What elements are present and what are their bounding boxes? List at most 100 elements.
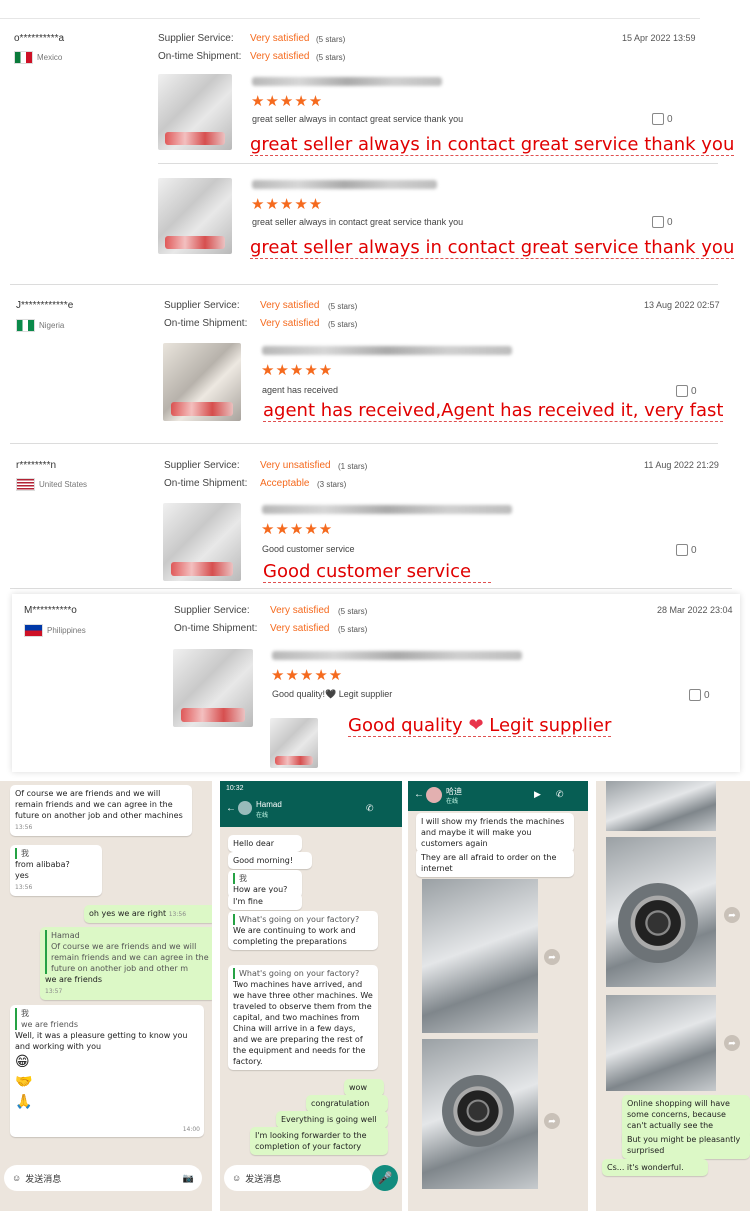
machine-photo[interactable] — [606, 781, 716, 831]
like-count: 0 — [704, 689, 710, 701]
chat-screenshot-3: ← 哈迪 在线 ▶ ✆ I will show my friends the m… — [408, 781, 588, 1211]
product-thumbnail[interactable] — [163, 343, 241, 421]
input-placeholder: 发送消息 — [25, 1173, 62, 1184]
review-annotation: great seller always in contact great ser… — [250, 134, 735, 156]
rating-stars: ★★★★★ — [251, 93, 324, 110]
supplier-service-value: Very satisfied — [270, 605, 330, 616]
flag-philippines-icon — [24, 624, 43, 637]
like-count: 0 — [691, 385, 697, 397]
like-button[interactable]: 0 — [676, 385, 697, 397]
review-divider — [10, 443, 718, 444]
supplier-service-value: Very unsatisfied — [260, 460, 331, 471]
chat-header: 10:32 ← Hamad 在线 ✆ — [220, 781, 402, 827]
shipment-value: Acceptable — [260, 478, 310, 489]
supplier-service-stars: (1 stars) — [338, 462, 368, 471]
supplier-service-value: Very satisfied — [260, 300, 320, 311]
like-button[interactable]: 0 — [652, 113, 673, 125]
pray-emoji-icon: 🙏 — [15, 1094, 33, 1110]
product-thumbnail[interactable] — [158, 74, 232, 150]
supplier-service-stars: (5 stars) — [316, 35, 346, 44]
shipment-stars: (5 stars) — [316, 53, 346, 62]
camera-icon[interactable]: 📷 — [183, 1173, 194, 1184]
message-input[interactable]: ☺ 发送消息 — [224, 1165, 372, 1191]
call-icon[interactable]: ✆ — [366, 803, 374, 814]
annotation-text-b: Legit supplier — [489, 715, 612, 736]
thumbs-up-icon — [676, 385, 688, 397]
like-button[interactable]: 0 — [676, 544, 697, 556]
country-label: Philippines — [47, 626, 86, 635]
shipment-value: Very satisfied — [270, 623, 330, 634]
chat-message: 我 from alibaba? yes 13:56 — [10, 845, 102, 896]
avatar — [238, 801, 252, 815]
chat-message: Of course we are friends and we will rem… — [10, 785, 192, 836]
call-icon[interactable]: ✆ — [556, 789, 564, 800]
machine-photo[interactable] — [606, 995, 716, 1091]
product-thumbnail[interactable] — [158, 178, 232, 254]
grinder-plate-image — [442, 1075, 514, 1147]
like-count: 0 — [667, 216, 673, 228]
review-comment: Good customer service — [262, 544, 355, 554]
blurred-product-title — [272, 651, 522, 660]
reviewer-name: M**********o — [24, 605, 77, 616]
input-placeholder: 发送消息 — [245, 1173, 282, 1184]
flag-mexico-icon — [14, 51, 33, 64]
forward-icon[interactable]: ➦ — [724, 1035, 740, 1051]
forward-icon[interactable]: ➦ — [544, 1113, 560, 1129]
like-count: 0 — [667, 113, 673, 125]
product-thumbnail[interactable] — [163, 503, 241, 581]
like-button[interactable]: 0 — [652, 216, 673, 228]
shipment-label: On-time Shipment: — [158, 51, 242, 62]
emoji-icon[interactable]: ☺ — [12, 1173, 21, 1183]
thumbs-up-icon — [652, 113, 664, 125]
contact-status: 在线 — [256, 813, 269, 819]
shipment-stars: (5 stars) — [328, 320, 358, 329]
review-comment: agent has received — [262, 385, 339, 395]
supplier-service-value: Very satisfied — [250, 33, 310, 44]
country-label: Nigeria — [39, 321, 65, 330]
product-thumbnail[interactable] — [173, 649, 253, 727]
product-thumbnail-small[interactable] — [270, 718, 318, 768]
chat-message: But you might be pleasantly surprised — [622, 1131, 750, 1159]
handshake-emoji-icon: 🤝 — [15, 1074, 33, 1090]
chat-message: wow — [344, 1079, 384, 1096]
like-button[interactable]: 0 — [689, 689, 710, 701]
like-count: 0 — [691, 544, 697, 556]
review-date: 11 Aug 2022 21:29 — [644, 460, 719, 470]
emoji-icon[interactable]: ☺ — [232, 1173, 241, 1183]
status-time: 10:32 — [226, 785, 244, 792]
message-input[interactable]: ☺ 发送消息 📷 — [4, 1165, 202, 1191]
reviewer-country: Nigeria — [16, 319, 64, 332]
review-card — [12, 594, 740, 772]
machine-photo[interactable] — [422, 879, 538, 1033]
thumbs-up-icon — [652, 216, 664, 228]
chat-message: Good morning! — [228, 852, 312, 869]
entry-divider — [158, 163, 718, 164]
back-arrow-icon[interactable]: ← — [226, 803, 236, 814]
blurred-product-title — [262, 346, 512, 355]
contact-status: 在线 — [446, 799, 459, 805]
blurred-product-title — [252, 77, 442, 86]
review-annotation: great seller always in contact great ser… — [250, 237, 735, 259]
forward-icon[interactable]: ➦ — [544, 949, 560, 965]
reviewer-name: r********n — [16, 460, 57, 471]
shipment-label: On-time Shipment: — [164, 478, 248, 489]
grinder-plate-image — [618, 883, 698, 963]
back-arrow-icon[interactable]: ← — [414, 789, 424, 800]
chat-screenshot-4: ➦ ➦ Online shopping will have some conce… — [596, 781, 750, 1211]
review-divider — [10, 588, 732, 589]
chat-message: Cs... it's wonderful. — [602, 1159, 708, 1176]
review-divider — [10, 284, 718, 285]
microphone-icon[interactable]: 🎤 — [372, 1165, 398, 1191]
reviewer-name: J************e — [16, 300, 74, 311]
chat-header: ← 哈迪 在线 ▶ ✆ — [408, 781, 588, 811]
chat-message: Hello dear — [228, 835, 302, 852]
review-annotation: Good quality ❤ Legit supplier — [348, 715, 612, 737]
review-annotation: agent has received,Agent has received it… — [263, 400, 724, 422]
reviewer-country: Philippines — [24, 624, 86, 637]
video-call-icon[interactable]: ▶ — [534, 789, 541, 800]
supplier-service-label: Supplier Service: — [174, 605, 250, 616]
chat-message: oh yes we are right 13:56 — [84, 905, 212, 923]
chat-message: I'm fine — [228, 893, 302, 910]
review-comment: great seller always in contact great ser… — [252, 217, 464, 227]
forward-icon[interactable]: ➦ — [724, 907, 740, 923]
